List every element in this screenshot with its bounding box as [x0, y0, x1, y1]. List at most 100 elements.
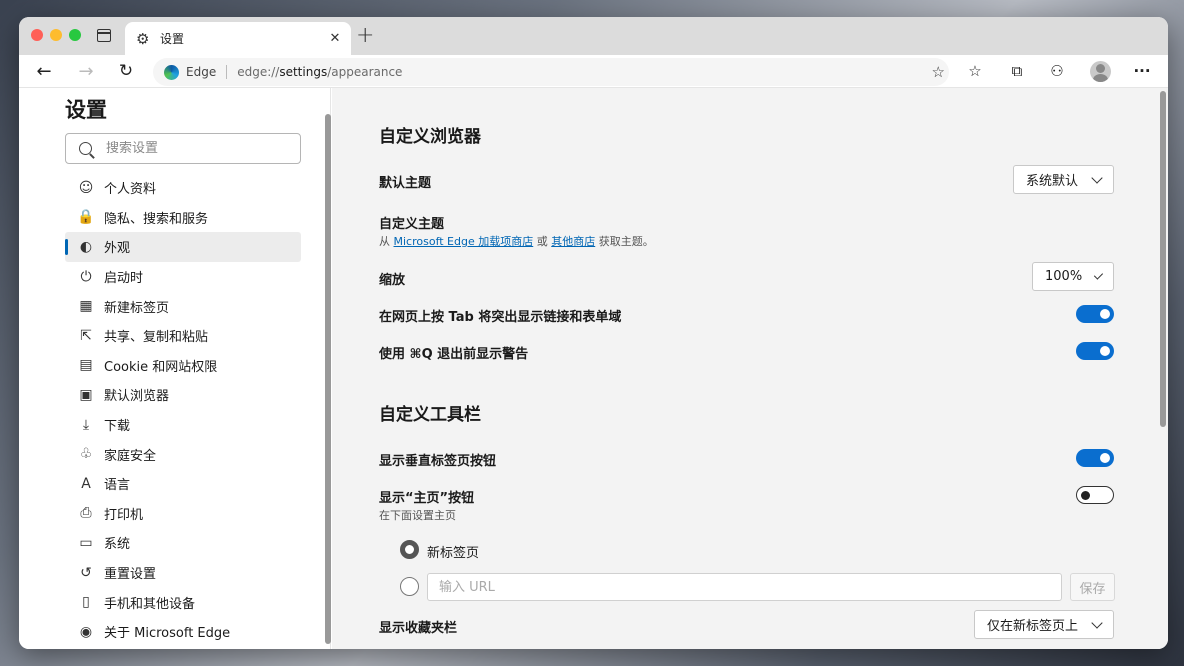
collections-icon[interactable]: ⧉: [1007, 61, 1027, 81]
home-button-sub: 在下面设置主页: [379, 509, 456, 522]
other-store-link[interactable]: 其他商店: [551, 235, 595, 248]
sidebar-item-label: 系统: [104, 537, 131, 553]
profile-avatar[interactable]: [1090, 61, 1111, 82]
sidebar-item[interactable]: ▣ 默认浏览器: [65, 380, 301, 410]
settings-sidebar: 设置 ☺ 个人资料 🔒 隐私、搜索和服务 ◐ 外观 ⏻ 启动时 ▦ 新建标签页 ⇱ 共享、复制和粘贴 ▤…: [19, 88, 331, 649]
sidebar-item-icon: ▯: [82, 594, 90, 611]
minimize-window-button[interactable]: [50, 29, 62, 41]
sidebar-item-icon: 🔒: [77, 209, 95, 226]
refresh-button[interactable]: ↻: [114, 59, 138, 83]
add-favorite-icon[interactable]: ☆: [932, 63, 945, 81]
settings-content: 设置 ☺ 个人资料 🔒 隐私、搜索和服务 ◐ 外观 ⏻ 启动时 ▦ 新建标签页 ⇱ 共享、复制和粘贴 ▤…: [19, 88, 1168, 649]
sidebar-item-label: 共享、复制和粘贴: [104, 330, 209, 346]
sidebar-item[interactable]: ▯ 手机和其他设备: [65, 587, 301, 617]
sidebar-scrollbar[interactable]: [325, 114, 331, 644]
extensions-icon[interactable]: ⚇: [1047, 61, 1067, 81]
close-window-button[interactable]: [31, 29, 43, 41]
radio-newtab-label: 新标签页: [427, 546, 480, 561]
sidebar-item-label: 关于 Microsoft Edge: [104, 626, 231, 642]
sidebar-item-icon: ◉: [79, 623, 93, 640]
main-scrollbar[interactable]: [1160, 91, 1166, 427]
tab-strip: ⚙ 设置 ✕ +: [19, 17, 1168, 55]
edge-logo-icon: [164, 64, 179, 80]
new-tab-button[interactable]: +: [356, 25, 374, 47]
zoom-value: 100%: [1045, 269, 1083, 284]
appearance-panel: 自定义浏览器 默认主题 系统默认 自定义主题 从 Microsoft Edge …: [332, 88, 1168, 649]
sidebar-item[interactable]: ◐ 外观: [65, 232, 301, 262]
back-button[interactable]: ←: [32, 59, 56, 83]
sidebar-item-icon: ◐: [79, 238, 93, 255]
default-theme-label: 默认主题: [379, 176, 432, 191]
sidebar-title: 设置: [65, 98, 107, 122]
custom-theme-label: 自定义主题: [379, 217, 445, 232]
sidebar-item[interactable]: 🔒 隐私、搜索和服务: [65, 203, 301, 233]
sidebar-item-label: 个人资料: [104, 182, 157, 198]
browser-toolbar: ← → ↻ Edge edge://settings/appearance ☆ …: [19, 55, 1168, 88]
custom-theme-sub: 从 Microsoft Edge 加载项商店 或 其他商店 获取主题。: [379, 235, 654, 248]
vertical-tabs-toggle[interactable]: [1076, 449, 1114, 467]
sidebar-item-label: 外观: [104, 241, 131, 257]
sidebar-item-icon: ↺: [80, 564, 92, 581]
sidebar-item-icon: ⎙: [80, 505, 92, 522]
sidebar-item[interactable]: ▤ Cookie 和网站权限: [65, 351, 301, 381]
close-tab-icon[interactable]: ✕: [325, 31, 345, 46]
save-button[interactable]: 保存: [1070, 573, 1115, 601]
tab-actions-icon[interactable]: [97, 29, 111, 42]
sidebar-item[interactable]: A 语言: [65, 469, 301, 499]
chevron-down-icon: [1091, 616, 1103, 629]
radio-newtab[interactable]: [400, 540, 419, 559]
toolbar-section-title: 自定义工具栏: [379, 405, 481, 425]
sidebar-item-icon: ⤓: [82, 416, 90, 433]
home-url-input[interactable]: [427, 573, 1062, 601]
zoom-dropdown[interactable]: 100%: [1032, 262, 1114, 291]
sidebar-item-label: 重置设置: [104, 567, 157, 583]
sidebar-item[interactable]: ▭ 系统: [65, 528, 301, 558]
sidebar-item[interactable]: ⏻ 启动时: [65, 262, 301, 292]
sidebar-item[interactable]: ↺ 重置设置: [65, 558, 301, 588]
radio-url[interactable]: [400, 577, 419, 596]
sidebar-item[interactable]: ♧ 家庭安全: [65, 439, 301, 469]
sidebar-item-icon: ▣: [79, 386, 93, 403]
chevron-down-icon: [1094, 269, 1104, 280]
sidebar-item-label: 隐私、搜索和服务: [104, 211, 209, 227]
tab-highlight-toggle[interactable]: [1076, 305, 1114, 323]
quit-warning-toggle[interactable]: [1076, 342, 1114, 360]
default-theme-dropdown[interactable]: 系统默认: [1013, 165, 1114, 194]
search-icon: [79, 142, 92, 155]
sidebar-item-icon: ⇱: [80, 327, 92, 344]
sidebar-nav: ☺ 个人资料 🔒 隐私、搜索和服务 ◐ 外观 ⏻ 启动时 ▦ 新建标签页 ⇱ 共享、复制和粘贴 ▤ Coo…: [65, 173, 301, 647]
home-button-label: 显示“主页”按钮: [379, 491, 475, 506]
home-button-toggle[interactable]: [1076, 486, 1114, 504]
more-menu-icon[interactable]: ···: [1132, 61, 1152, 81]
sidebar-item-icon: A: [81, 475, 91, 492]
tab-settings[interactable]: ⚙ 设置 ✕: [125, 22, 351, 55]
sidebar-item-icon: ☺: [78, 179, 94, 196]
sidebar-item-label: 下载: [104, 419, 131, 435]
favorites-bar-value: 仅在新标签页上: [987, 619, 1079, 634]
address-bar[interactable]: Edge edge://settings/appearance ☆: [153, 58, 949, 86]
quit-warning-label: 使用 ⌘Q 退出前显示警告: [379, 347, 529, 362]
sidebar-item[interactable]: ⇱ 共享、复制和粘贴: [65, 321, 301, 351]
sidebar-item[interactable]: ☺ 个人资料: [65, 173, 301, 203]
address-brand: Edge: [186, 65, 217, 79]
search-input[interactable]: [106, 141, 286, 156]
sidebar-item[interactable]: ▦ 新建标签页: [65, 291, 301, 321]
sidebar-item-label: 默认浏览器: [104, 389, 170, 405]
sidebar-item[interactable]: ⤓ 下载: [65, 410, 301, 440]
zoom-window-button[interactable]: [69, 29, 81, 41]
address-url[interactable]: edge://settings/appearance: [237, 65, 402, 79]
chevron-down-icon: [1091, 171, 1103, 184]
favorites-icon[interactable]: ☆: [965, 61, 985, 81]
addons-store-link[interactable]: Microsoft Edge 加载项商店: [394, 235, 534, 248]
sidebar-item-icon: ♧: [79, 446, 93, 463]
forward-button[interactable]: →: [74, 59, 98, 83]
favorites-bar-dropdown[interactable]: 仅在新标签页上: [974, 610, 1114, 639]
favorites-bar-label: 显示收藏夹栏: [379, 621, 458, 636]
sidebar-item-label: 新建标签页: [104, 300, 170, 316]
sidebar-item[interactable]: ◉ 关于 Microsoft Edge: [65, 617, 301, 647]
sidebar-item[interactable]: ⎙ 打印机: [65, 499, 301, 529]
sidebar-item-label: 家庭安全: [104, 448, 157, 464]
search-settings[interactable]: [65, 133, 301, 164]
sidebar-item-icon: ▤: [79, 357, 93, 374]
sidebar-item-label: Cookie 和网站权限: [104, 359, 218, 375]
